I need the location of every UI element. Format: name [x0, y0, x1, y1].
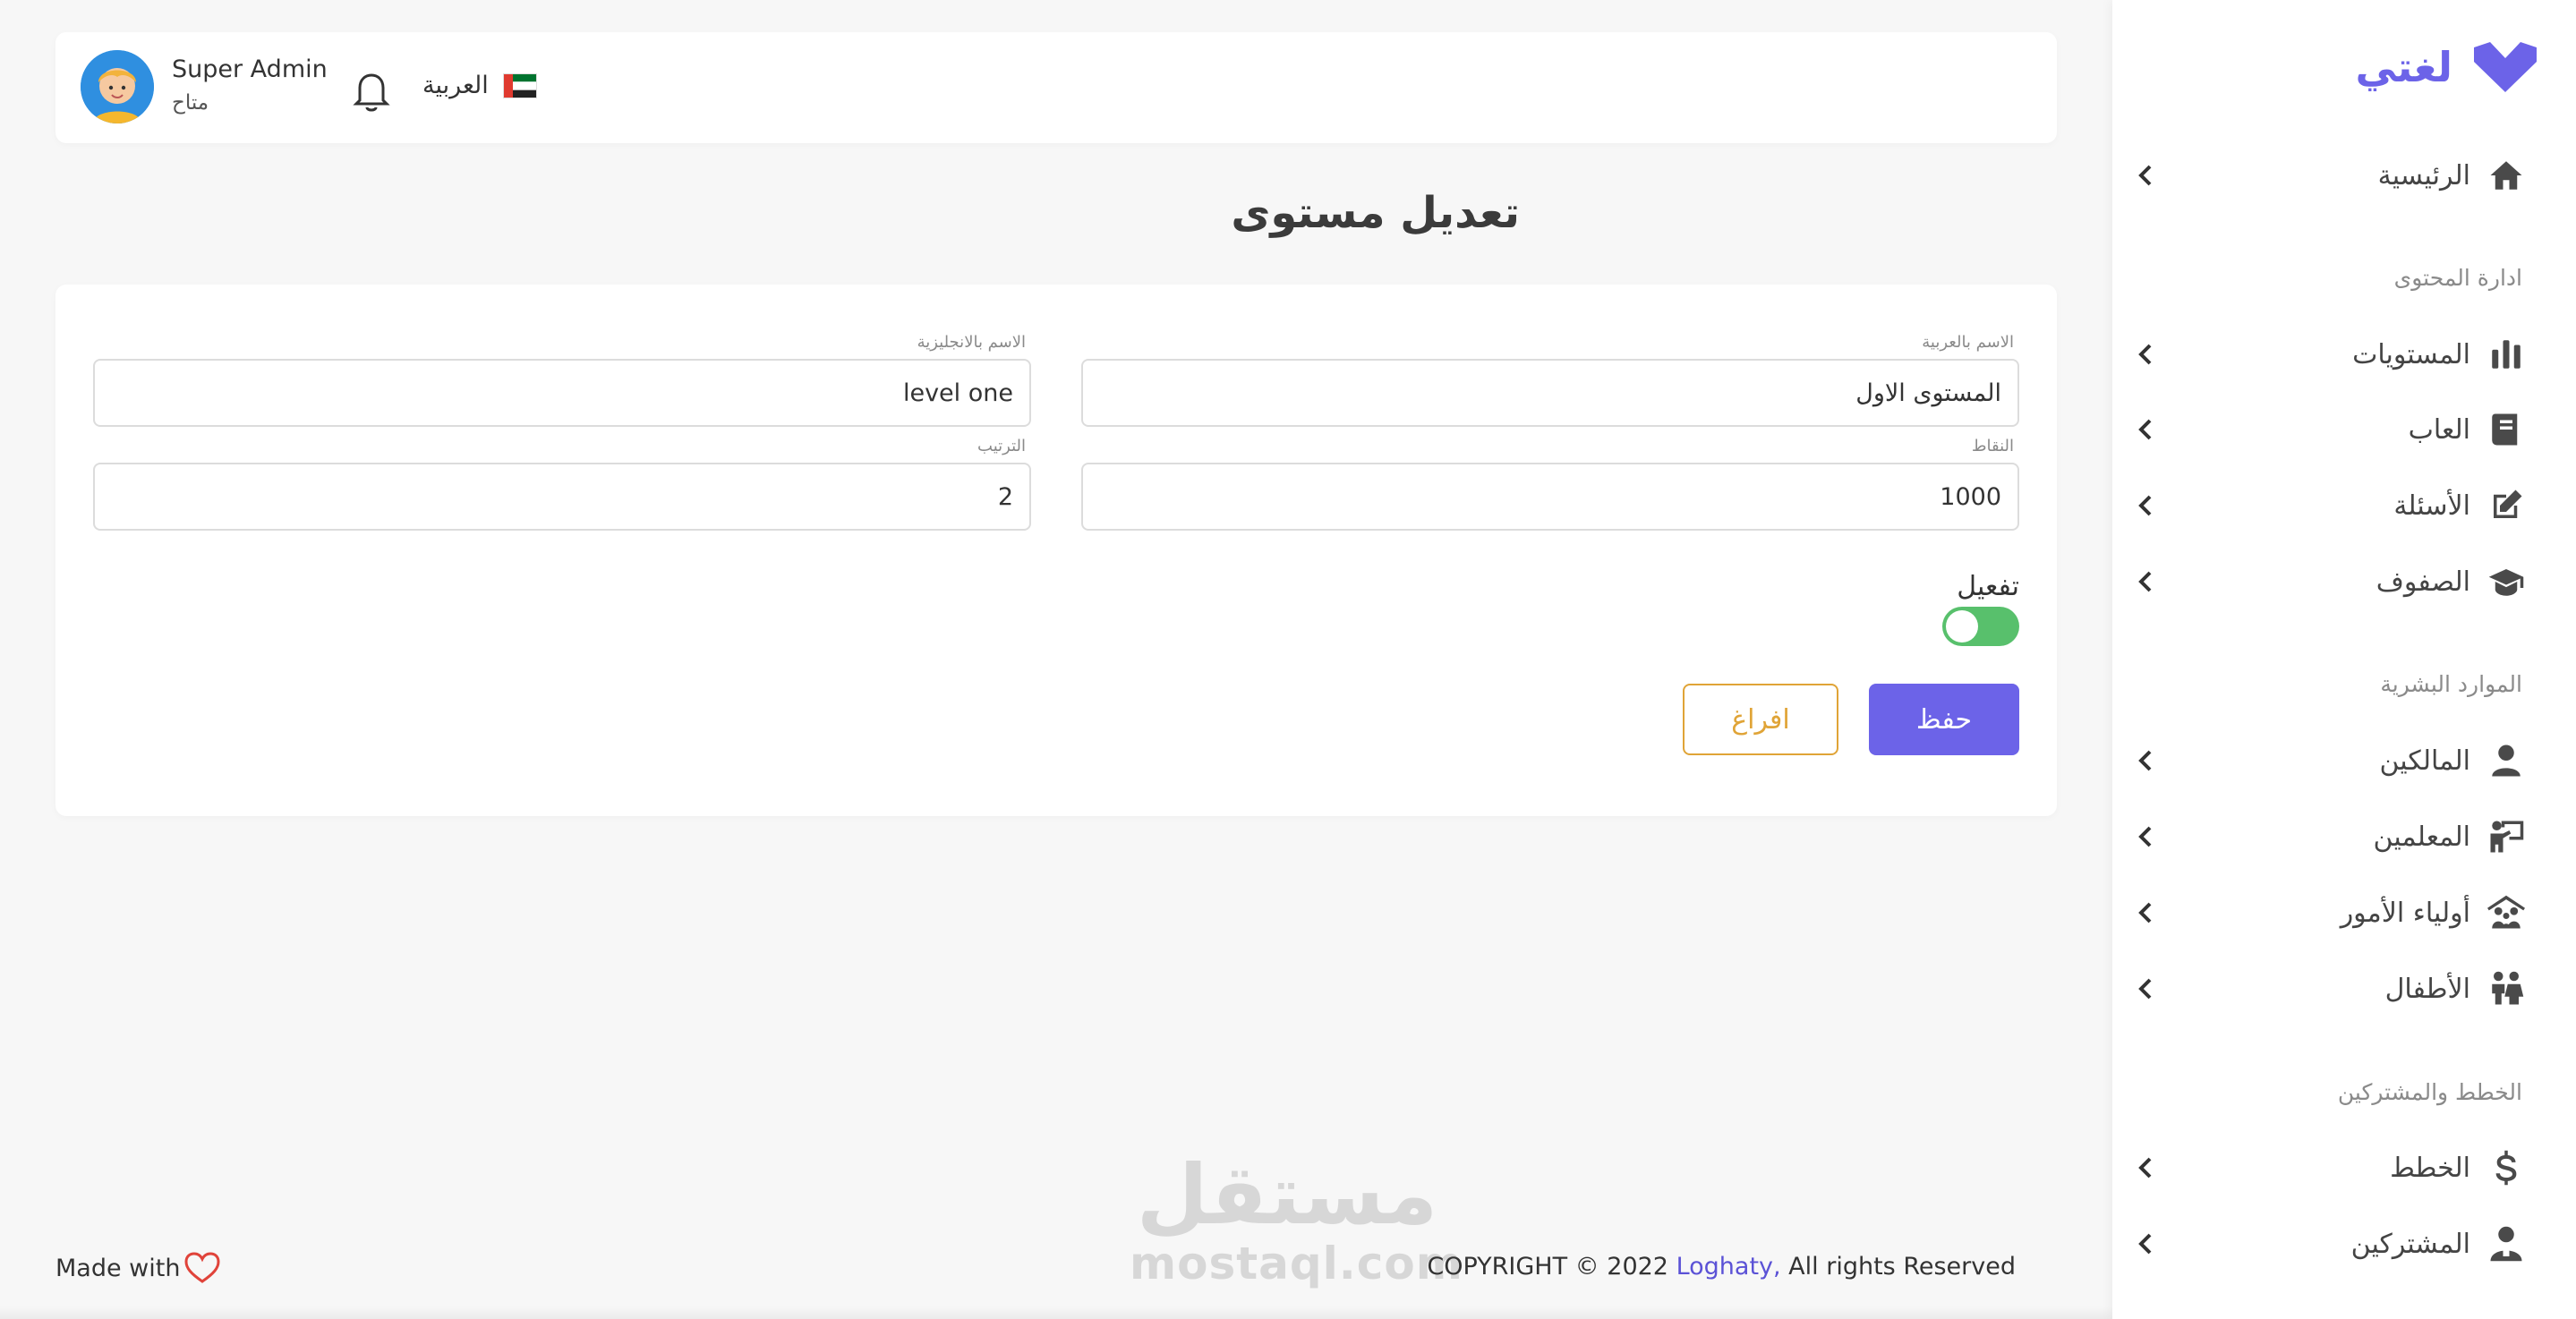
clear-button[interactable]: افراغ: [1683, 684, 1838, 755]
section-title-hr: الموارد البشرية: [2380, 671, 2522, 697]
section-title-content: ادارة المحتوى: [2393, 265, 2522, 291]
name-en-label: الاسم بالانجليزية: [917, 333, 1026, 352]
sidebar-item-questions[interactable]: الأسئلة: [2132, 479, 2526, 532]
name-en-group: الاسم بالانجليزية: [93, 333, 1031, 427]
sidebar-item-classes[interactable]: الصفوف: [2132, 555, 2526, 608]
order-input[interactable]: [93, 463, 1031, 531]
subscriber-icon: [2486, 1224, 2526, 1264]
sidebar-item-label: المعلمين: [2373, 821, 2470, 853]
sidebar-item-parents[interactable]: أولياء الأمور: [2132, 886, 2526, 940]
teacher-icon: [2486, 817, 2526, 856]
name-en-input[interactable]: [93, 359, 1031, 427]
points-input[interactable]: [1081, 463, 2019, 531]
sidebar: لغتي الرئيسية ادارة المحتوى المستويات ال…: [2112, 0, 2576, 1319]
active-toggle[interactable]: [1942, 607, 2019, 646]
chevron-left-icon: [2132, 415, 2159, 444]
logo-heart-icon: [2474, 42, 2537, 92]
sidebar-item-label: المالكين: [2379, 745, 2470, 777]
sidebar-item-subscribers[interactable]: المشتركين: [2132, 1217, 2526, 1271]
uae-flag-icon: [502, 72, 537, 98]
user-icon: [2486, 741, 2526, 780]
toggle-knob: [1946, 610, 1978, 642]
sidebar-item-home[interactable]: الرئيسية: [2132, 149, 2526, 202]
order-label: الترتيب: [977, 437, 1026, 455]
dollar-icon: [2486, 1148, 2526, 1187]
copyright-prefix: COPYRIGHT © 2022: [1427, 1253, 1676, 1281]
sidebar-item-teachers[interactable]: المعلمين: [2132, 810, 2526, 864]
chevron-left-icon: [2132, 1153, 2159, 1182]
footer-made-with: Made with: [55, 1251, 221, 1285]
active-label: تفعيل: [1957, 571, 2019, 602]
points-label: النقاط: [1971, 437, 2014, 455]
chevron-left-icon: [2132, 340, 2159, 369]
rights-text: All rights Reserved: [1780, 1253, 2016, 1281]
sidebar-item-label: الأسئلة: [2393, 489, 2470, 522]
language-switcher[interactable]: العربية: [422, 72, 537, 99]
section-title-plans: الخطط والمشتركين: [2337, 1079, 2522, 1105]
sidebar-item-label: المستويات: [2352, 338, 2470, 370]
chevron-left-icon: [2132, 161, 2159, 190]
sidebar-item-label: الصفوف: [2376, 566, 2470, 598]
sidebar-item-levels[interactable]: المستويات: [2132, 328, 2526, 381]
save-button[interactable]: حفظ: [1869, 684, 2019, 755]
language-label: العربية: [422, 72, 489, 99]
points-group: النقاط: [1081, 437, 2019, 531]
edit-level-form: الاسم بالعربية الاسم بالانجليزية النقاط …: [55, 285, 2057, 816]
sidebar-item-owners[interactable]: المالكين: [2132, 734, 2526, 787]
chevron-left-icon: [2132, 746, 2159, 775]
made-with-text: Made with: [55, 1254, 181, 1282]
watermark-latin: mostaql.com: [1130, 1238, 1463, 1289]
company-link[interactable]: Loghaty,: [1676, 1253, 1781, 1281]
name-ar-label: الاسم بالعربية: [1922, 333, 2014, 352]
bottom-shadow: [0, 1306, 2112, 1319]
page-title: تعديل مستوى: [1231, 188, 1520, 238]
brand-name: لغتي: [2355, 43, 2452, 91]
chevron-left-icon: [2132, 822, 2159, 851]
user-name: Super Admin: [172, 55, 328, 83]
sidebar-item-label: الرئيسية: [2377, 159, 2470, 191]
sidebar-item-label: أولياء الأمور: [2340, 897, 2470, 929]
bell-icon[interactable]: [351, 68, 392, 113]
name-ar-group: الاسم بالعربية: [1081, 333, 2019, 427]
book-icon: [2486, 410, 2526, 449]
brand-logo[interactable]: لغتي: [2355, 36, 2538, 98]
sidebar-item-plans[interactable]: الخطط: [2132, 1141, 2526, 1195]
bar-chart-icon: [2486, 335, 2526, 374]
children-icon: [2486, 969, 2526, 1008]
heart-icon: [183, 1251, 221, 1285]
graduation-cap-icon: [2486, 562, 2526, 601]
sidebar-item-label: الخطط: [2390, 1152, 2470, 1184]
order-group: الترتيب: [93, 437, 1031, 531]
chevron-left-icon: [2132, 567, 2159, 596]
sidebar-item-label: المشتركين: [2350, 1228, 2470, 1260]
sidebar-item-label: الأطفال: [2384, 973, 2470, 1005]
footer-copyright: COPYRIGHT © 2022 Loghaty, All rights Res…: [1427, 1253, 2016, 1281]
user-status: متاح: [172, 91, 209, 115]
edit-icon: [2486, 486, 2526, 525]
chevron-left-icon: [2132, 1230, 2159, 1258]
sidebar-item-games[interactable]: العاب: [2132, 403, 2526, 456]
avatar-face-icon: [81, 50, 154, 123]
top-navbar: Super Admin متاح العربية: [55, 32, 2057, 143]
watermark: مستقل mostaql.com: [1130, 1147, 1463, 1289]
home-icon: [2486, 156, 2526, 195]
watermark-arabic: مستقل: [1136, 1147, 1438, 1243]
sidebar-item-children[interactable]: الأطفال: [2132, 962, 2526, 1016]
family-icon: [2486, 893, 2526, 932]
chevron-left-icon: [2132, 974, 2159, 1003]
sidebar-item-label: العاب: [2408, 413, 2470, 446]
name-ar-input[interactable]: [1081, 359, 2019, 427]
chevron-left-icon: [2132, 898, 2159, 927]
avatar[interactable]: [81, 50, 154, 123]
chevron-left-icon: [2132, 491, 2159, 520]
